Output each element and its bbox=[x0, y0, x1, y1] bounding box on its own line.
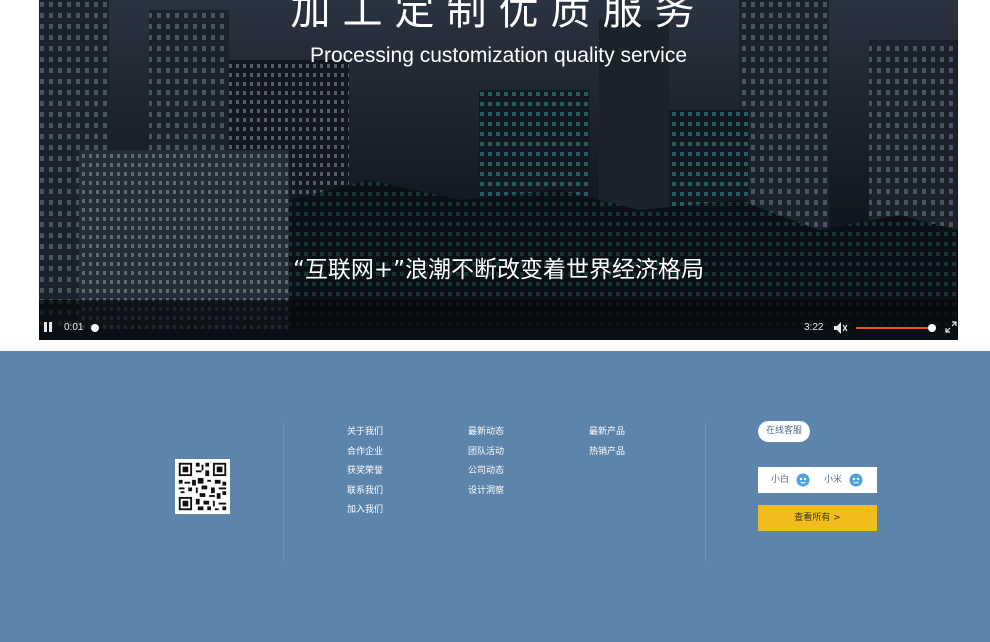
nav-link[interactable]: 合作企业 bbox=[347, 443, 383, 463]
progress-handle[interactable] bbox=[91, 324, 99, 332]
nav-link[interactable]: 获奖荣誉 bbox=[347, 462, 383, 482]
divider bbox=[283, 423, 284, 561]
divider bbox=[705, 423, 706, 561]
volume-bar[interactable] bbox=[856, 327, 934, 329]
chat-bubble-icon bbox=[796, 473, 810, 487]
agent-xiaobai[interactable]: 小白 bbox=[771, 467, 821, 493]
nav-link[interactable]: 团队活动 bbox=[468, 443, 504, 463]
video-player[interactable]: 加工定制优质服务 Processing customization qualit… bbox=[39, 0, 958, 340]
nav-link[interactable]: 公司动态 bbox=[468, 462, 504, 482]
online-service-badge[interactable]: 在线客服 bbox=[758, 421, 811, 442]
agent-name: 小米 bbox=[824, 475, 843, 485]
nav-link[interactable]: 联系我们 bbox=[347, 482, 383, 502]
service-agents: 小白 小米 bbox=[758, 467, 877, 493]
nav-link[interactable]: 最新产品 bbox=[589, 423, 625, 443]
volume-handle[interactable] bbox=[928, 324, 936, 332]
view-all-button[interactable]: 查看所有 > bbox=[758, 505, 877, 531]
volume-icon[interactable] bbox=[834, 322, 848, 334]
nav-column-products: 最新产品 热销产品 bbox=[589, 423, 625, 462]
nav-column-news: 最新动态 团队活动 公司动态 设计洞察 bbox=[468, 423, 504, 501]
nav-link[interactable]: 热销产品 bbox=[589, 443, 625, 463]
fullscreen-icon[interactable] bbox=[945, 321, 957, 333]
qr-code-icon bbox=[175, 459, 230, 514]
agent-name: 小白 bbox=[771, 475, 790, 485]
video-title-en: Processing customization quality service bbox=[310, 44, 687, 67]
video-title-cn: 加工定制优质服务 bbox=[290, 0, 707, 34]
nav-column-about: 关于我们 合作企业 获奖荣誉 联系我们 加入我们 bbox=[347, 423, 383, 521]
agent-xiaomi[interactable]: 小米 bbox=[824, 467, 874, 493]
current-time: 0:01 bbox=[64, 322, 84, 333]
qr-code bbox=[175, 459, 230, 514]
nav-link[interactable]: 加入我们 bbox=[347, 501, 383, 521]
footer: 关于我们 合作企业 获奖荣誉 联系我们 加入我们 最新动态 团队活动 公司动态 … bbox=[0, 351, 990, 642]
nav-link[interactable]: 设计洞察 bbox=[468, 482, 504, 502]
video-subtitle: “互联网+”浪潮不断改变着世界经济格局 bbox=[292, 257, 705, 283]
video-controls: 0:01 3:22 bbox=[39, 320, 958, 340]
pause-icon[interactable] bbox=[43, 322, 53, 332]
nav-link[interactable]: 关于我们 bbox=[347, 423, 383, 443]
duration: 3:22 bbox=[804, 322, 824, 333]
chat-bubble-icon bbox=[849, 473, 863, 487]
nav-link[interactable]: 最新动态 bbox=[468, 423, 504, 443]
